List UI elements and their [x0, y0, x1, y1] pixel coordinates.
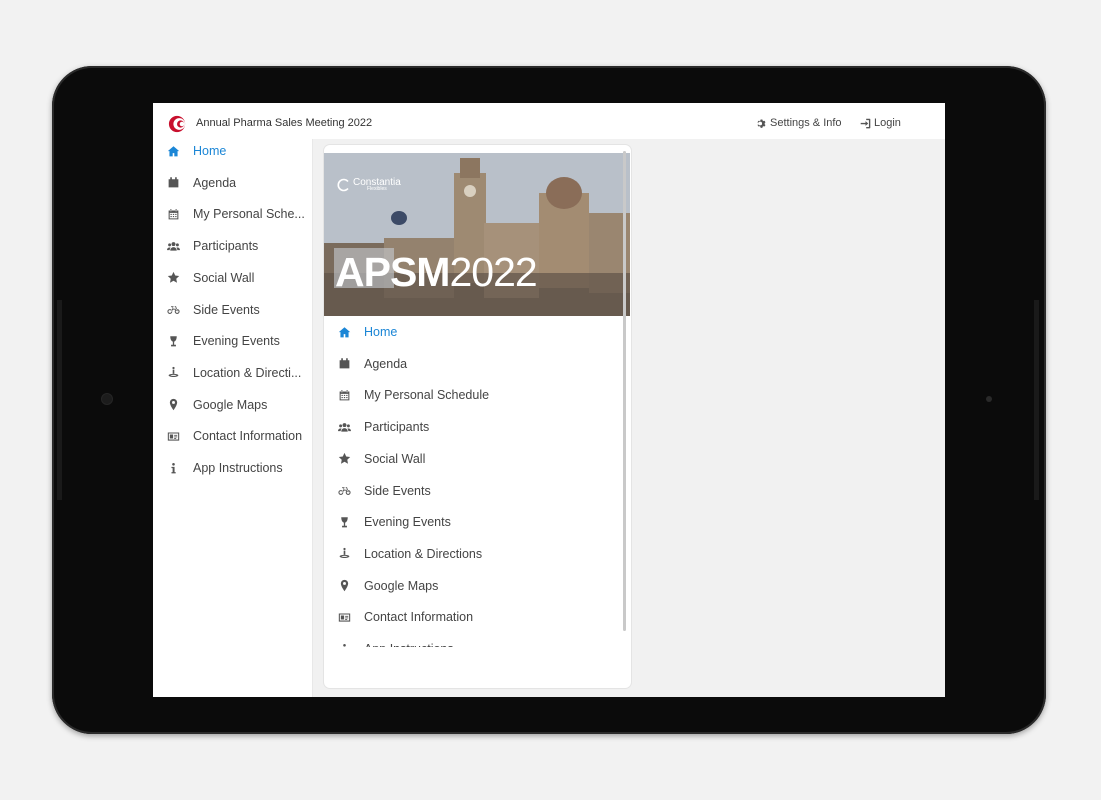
settings-info-label: Settings & Info: [770, 117, 842, 129]
card-menu-item-google-maps[interactable]: Google Maps: [324, 575, 620, 597]
card-menu-item-home[interactable]: Home: [324, 321, 620, 343]
sidebar-item-label: Location & Directi...: [193, 365, 302, 380]
location-icon: [166, 366, 180, 380]
app-screen: Annual Pharma Sales Meeting 2022 Setting…: [153, 103, 945, 697]
card-menu-item-agenda[interactable]: Agenda: [324, 353, 620, 375]
card-menu-item-label: My Personal Schedule: [364, 388, 490, 403]
side-button-left: [57, 300, 62, 500]
card-menu-item-label: Agenda: [364, 356, 408, 371]
sidebar-item-evening-events[interactable]: Evening Events: [153, 330, 313, 352]
home-icon: [337, 325, 351, 339]
glass-icon: [166, 334, 180, 348]
sidebar-item-label: Side Events: [193, 302, 260, 317]
bicycle-icon: [166, 303, 180, 317]
card-menu-list: Home Agenda My Personal Schedule Participan…: [324, 316, 620, 647]
camera-icon: [102, 394, 112, 404]
sidebar-item-my-personal-sche[interactable]: My Personal Sche...: [153, 203, 313, 225]
card-menu-item-label: Participants: [364, 420, 430, 435]
info-icon: [166, 461, 180, 475]
login-label: Login: [874, 117, 901, 129]
app-logo-icon: [168, 115, 186, 133]
sidebar-item-side-events[interactable]: Side Events: [153, 299, 313, 321]
constantia-logo-icon: [337, 178, 349, 191]
banner-title-bold: APSM: [335, 249, 450, 295]
users-icon: [166, 239, 180, 253]
card-menu-item-label: App Instructions: [364, 642, 454, 647]
card-menu-item-label: Side Events: [364, 483, 431, 498]
gear-icon: [757, 118, 766, 128]
card-menu-item-location-directions[interactable]: Location & Directions: [324, 543, 620, 565]
card-menu-item-app-instructions[interactable]: App Instructions: [324, 638, 620, 647]
star-icon: [337, 452, 351, 466]
card-menu-item-social-wall[interactable]: Social Wall: [324, 448, 620, 470]
card-menu-item-label: Location & Directions: [364, 546, 483, 561]
sidebar-item-label: Agenda: [193, 175, 237, 190]
contact-card-icon: [166, 429, 180, 443]
card-scrollbar[interactable]: [623, 151, 626, 631]
calendar-icon: [337, 357, 351, 371]
sidebar-item-label: Home: [193, 144, 227, 158]
card-menu-item-label: Home: [364, 325, 398, 339]
sidebar-item-participants[interactable]: Participants: [153, 235, 313, 257]
map-pin-icon: [337, 579, 351, 593]
brand-logo: Constantia Flexibles: [337, 177, 401, 192]
sidebar-item-social-wall[interactable]: Social Wall: [153, 267, 313, 289]
sidebar-item-google-maps[interactable]: Google Maps: [153, 394, 313, 416]
home-card: Constantia Flexibles APSM2022 Home Agenda…: [324, 145, 631, 688]
banner-title: APSM2022: [335, 249, 538, 296]
bicycle-icon: [337, 484, 351, 498]
users-icon: [337, 420, 351, 434]
card-menu-item-participants[interactable]: Participants: [324, 416, 620, 438]
sidebar-item-label: My Personal Sche...: [193, 207, 305, 222]
sidebar-item-home[interactable]: Home: [153, 140, 313, 162]
sidebar-item-label: Participants: [193, 239, 259, 254]
banner-title-year: 2022: [449, 249, 537, 295]
sidebar-item-agenda[interactable]: Agenda: [153, 172, 313, 194]
card-menu-item-label: Google Maps: [364, 578, 439, 593]
contact-card-icon: [337, 610, 351, 624]
sensor-icon: [986, 396, 992, 402]
side-button-right: [1034, 300, 1039, 500]
sidebar-item-label: Social Wall: [193, 270, 255, 285]
location-icon: [337, 547, 351, 561]
card-menu-item-my-personal-schedule[interactable]: My Personal Schedule: [324, 384, 620, 406]
glass-icon: [337, 515, 351, 529]
home-icon: [166, 144, 180, 158]
sidebar-nav: Home Agenda My Personal Sche... Participant…: [153, 139, 313, 697]
settings-info-link[interactable]: Settings & Info: [756, 117, 842, 129]
sidebar-item-label: Google Maps: [193, 397, 268, 412]
card-menu-item-side-events[interactable]: Side Events: [324, 480, 620, 502]
app-header: Annual Pharma Sales Meeting 2022 Setting…: [153, 103, 945, 139]
sign-in-icon: [860, 118, 871, 128]
card-menu-item-label: Contact Information: [364, 610, 474, 625]
card-menu-item-label: Social Wall: [364, 451, 426, 466]
map-pin-icon: [166, 398, 180, 412]
sidebar-item-label: App Instructions: [193, 461, 283, 475]
sidebar-item-label: Evening Events: [193, 334, 280, 349]
calendar-icon: [166, 176, 180, 190]
card-menu-item-contact-information[interactable]: Contact Information: [324, 606, 620, 628]
sidebar-item-contact-information[interactable]: Contact Information: [153, 425, 313, 447]
star-icon: [166, 271, 180, 285]
card-menu-item-evening-events[interactable]: Evening Events: [324, 511, 620, 533]
login-link[interactable]: Login: [860, 117, 901, 129]
info-icon: [337, 642, 351, 647]
schedule-icon: [166, 207, 180, 221]
sidebar-item-app-instructions[interactable]: App Instructions: [153, 457, 313, 479]
schedule-icon: [337, 388, 351, 402]
event-banner-image: Constantia Flexibles APSM2022: [324, 153, 630, 316]
app-title: Annual Pharma Sales Meeting 2022: [196, 117, 373, 129]
sidebar-item-location-directi[interactable]: Location & Directi...: [153, 362, 313, 384]
card-menu-item-label: Evening Events: [364, 515, 451, 530]
sidebar-item-label: Contact Information: [193, 429, 303, 444]
